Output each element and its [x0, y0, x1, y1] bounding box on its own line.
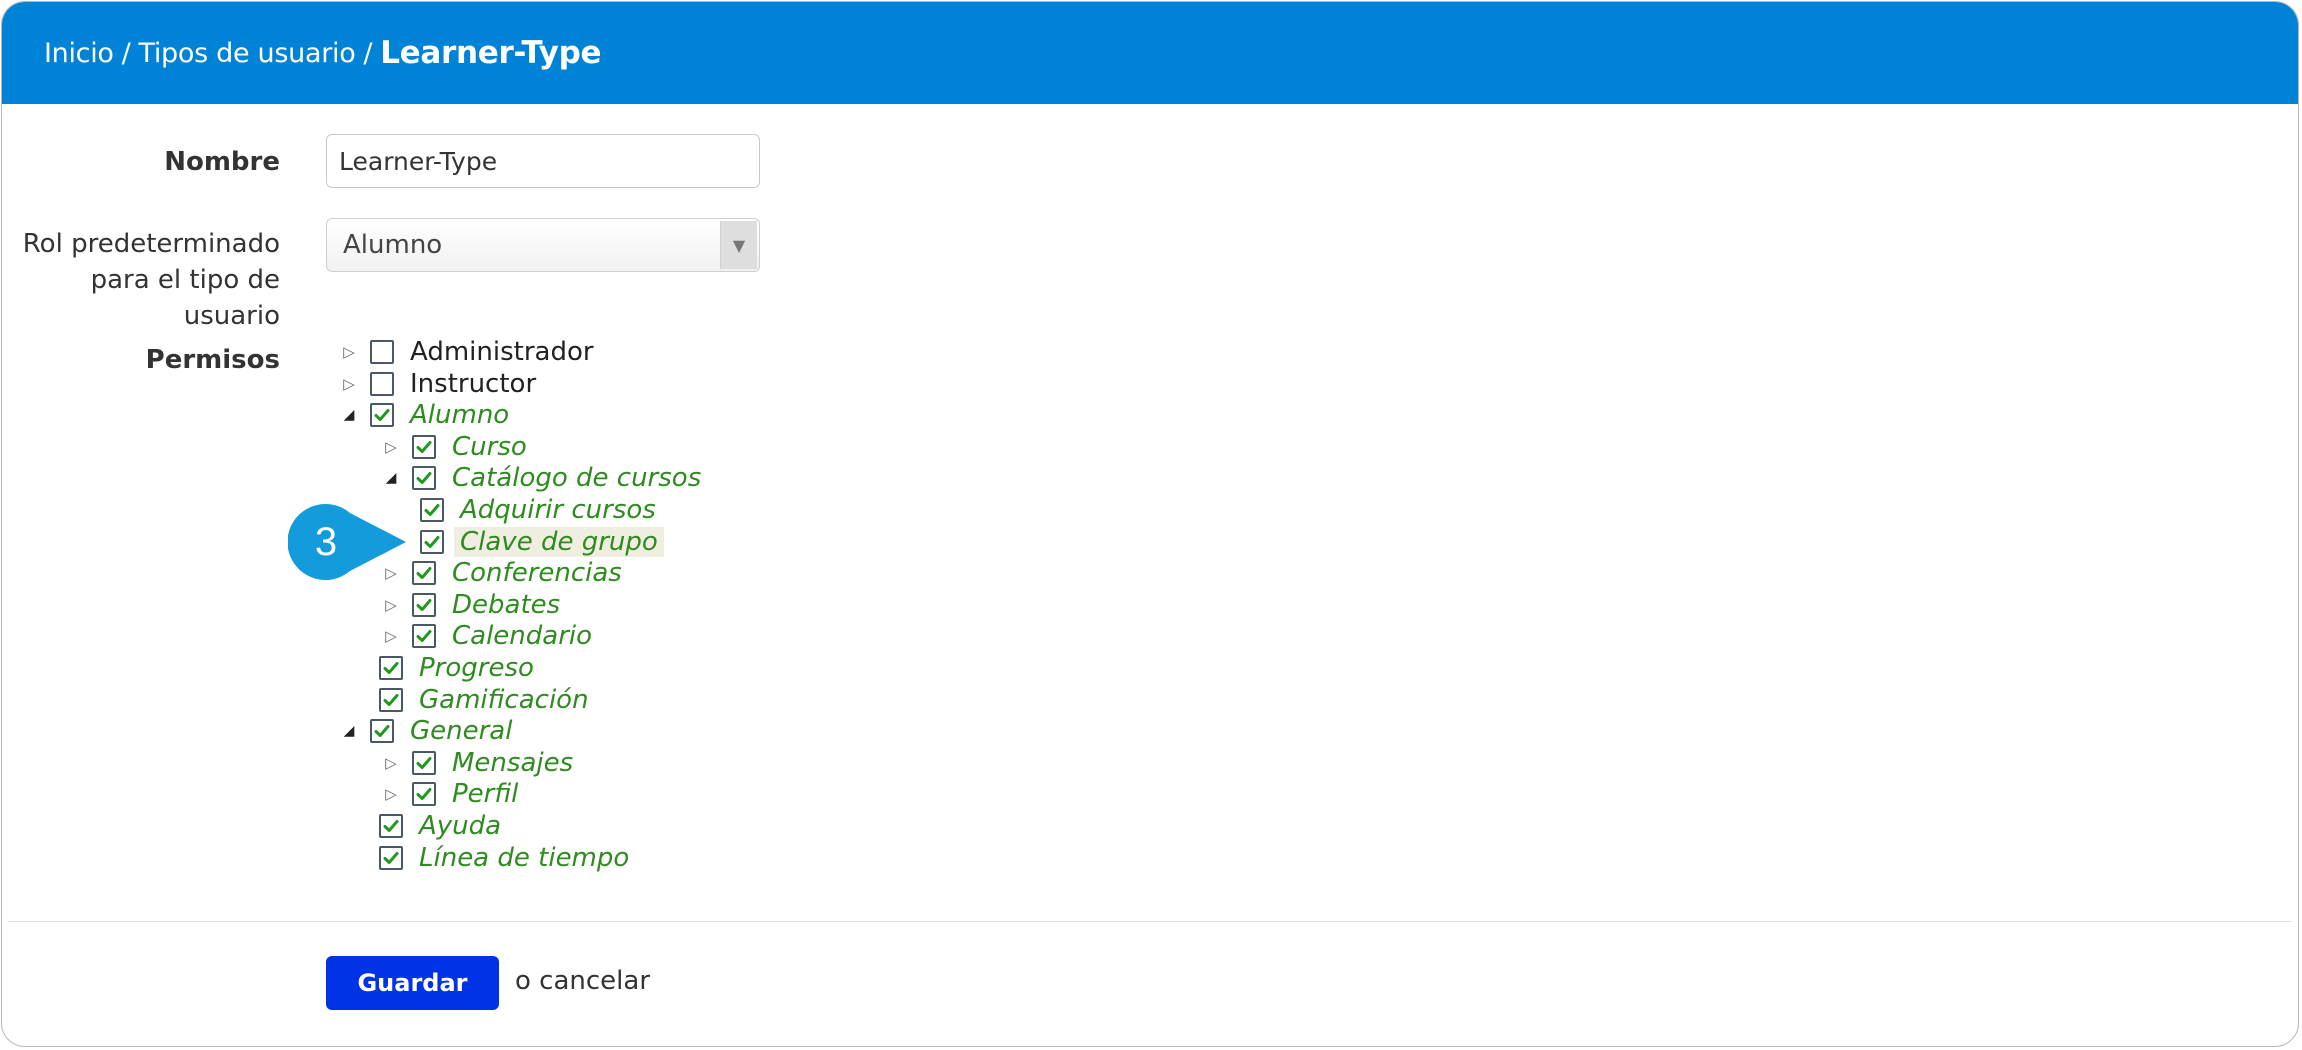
expand-icon[interactable]: ▷ — [382, 431, 400, 463]
permission-label[interactable]: Perfil — [452, 779, 518, 809]
expand-icon[interactable]: ▷ — [382, 747, 400, 779]
tree-node: ▷ Debates — [382, 589, 560, 621]
tree-node: Adquirir cursos — [420, 494, 656, 526]
breadcrumb-link-user-types[interactable]: Tipos de usuario — [138, 38, 355, 69]
permission-label[interactable]: Ayuda — [419, 811, 501, 841]
role-label-line: Rol predeterminado — [22, 229, 280, 259]
tree-node: ▷ Calendario — [382, 620, 592, 652]
role-select[interactable]: Alumno ▼ — [326, 218, 760, 272]
permission-checkbox[interactable] — [412, 561, 436, 586]
callout-number: 3 — [314, 519, 338, 564]
checkmark-icon — [383, 820, 399, 832]
expand-icon[interactable]: ▷ — [340, 368, 358, 400]
permission-label[interactable]: Progreso — [419, 653, 534, 683]
breadcrumb: Inicio / Tipos de usuario / Learner-Type — [2, 2, 2298, 104]
permission-label[interactable]: Mensajes — [452, 748, 573, 778]
expand-icon[interactable]: ▷ — [382, 589, 400, 621]
tree-node: ▷ Curso — [382, 431, 527, 463]
permission-label[interactable]: Alumno — [410, 400, 509, 430]
expand-icon[interactable]: ▷ — [382, 778, 400, 810]
permission-checkbox[interactable] — [379, 687, 403, 712]
checkmark-icon — [424, 504, 440, 516]
permission-label[interactable]: Conferencias — [452, 558, 622, 588]
breadcrumb-separator: / — [121, 37, 131, 69]
permission-checkbox[interactable] — [379, 814, 403, 838]
expand-icon[interactable]: ▷ — [382, 620, 400, 652]
permission-checkbox[interactable] — [420, 529, 444, 554]
collapse-icon[interactable]: ◢ — [340, 399, 358, 431]
divider — [8, 921, 2292, 922]
permission-checkbox[interactable] — [370, 403, 394, 428]
permission-checkbox[interactable] — [412, 624, 436, 649]
collapse-icon[interactable]: ◢ — [382, 462, 400, 494]
permission-checkbox[interactable] — [412, 750, 436, 775]
name-input[interactable]: Learner-Type — [326, 134, 760, 188]
tree-node: ▷ Instructor — [340, 368, 536, 400]
checkmark-icon — [424, 535, 440, 548]
checkmark-icon — [416, 756, 432, 769]
checkmark-icon — [383, 662, 399, 674]
tree-node: Clave de grupo — [420, 526, 664, 558]
role-label: Rol predeterminado para el tipo de usuar… — [2, 226, 280, 334]
tree-node: ◢ General — [340, 715, 513, 747]
tree-node: ▷ Perfil — [382, 778, 518, 810]
permission-label[interactable]: Clave de grupo — [454, 526, 664, 557]
role-label-line: para el tipo de usuario — [90, 265, 280, 331]
checkmark-icon — [374, 409, 390, 422]
permission-checkbox[interactable] — [412, 466, 436, 491]
tree-node: ▷ Administrador — [340, 336, 594, 368]
tree-node: Línea de tiempo — [379, 842, 629, 874]
permission-label[interactable]: Curso — [452, 432, 527, 462]
page-title: Learner-Type — [380, 35, 602, 71]
permission-checkbox[interactable] — [412, 434, 436, 459]
permission-label[interactable]: Administrador — [410, 337, 594, 367]
tree-node: ◢ Catálogo de cursos — [382, 462, 702, 494]
checkmark-icon — [416, 440, 432, 453]
permission-label[interactable]: Adquirir cursos — [460, 495, 656, 525]
permission-checkbox[interactable] — [379, 845, 403, 870]
permission-label[interactable]: Debates — [452, 590, 560, 620]
tree-node: Progreso — [379, 652, 534, 684]
breadcrumb-separator: / — [363, 37, 373, 69]
checkmark-icon — [383, 851, 399, 864]
checkmark-icon — [416, 567, 432, 580]
permission-checkbox[interactable] — [412, 592, 436, 617]
tree-node: ▷ Conferencias — [382, 557, 622, 589]
breadcrumb-link-home[interactable]: Inicio — [44, 38, 114, 69]
app-window: Inicio / Tipos de usuario / Learner-Type… — [1, 1, 2299, 1047]
chevron-down-icon[interactable]: ▼ — [720, 221, 757, 269]
tree-node: Ayuda — [379, 810, 501, 842]
permission-checkbox[interactable] — [420, 498, 444, 522]
collapse-icon[interactable]: ◢ — [340, 715, 358, 747]
permission-label[interactable]: Línea de tiempo — [419, 843, 629, 873]
checkmark-icon — [416, 472, 432, 485]
permission-label[interactable]: Instructor — [410, 369, 536, 399]
cancel-link[interactable]: o cancelar — [515, 966, 650, 996]
tree-node: ◢ Alumno — [340, 399, 510, 431]
checkmark-icon — [416, 788, 432, 801]
permission-checkbox[interactable] — [370, 371, 394, 396]
checkmark-icon — [383, 693, 399, 706]
name-label: Nombre — [164, 147, 280, 177]
permission-label[interactable]: Calendario — [452, 621, 592, 651]
tree-node: ▷ Mensajes — [382, 747, 573, 779]
role-select-value: Alumno — [343, 230, 443, 260]
permission-checkbox[interactable] — [370, 719, 394, 744]
checkmark-icon — [416, 598, 432, 611]
permissions-label: Permisos — [145, 345, 280, 375]
checkmark-icon — [374, 725, 390, 738]
permission-label[interactable]: Gamificación — [419, 685, 589, 715]
checkmark-icon — [416, 630, 432, 643]
tree-node: Gamificación — [379, 684, 589, 716]
permission-checkbox[interactable] — [370, 340, 394, 364]
step-callout: 3 — [287, 503, 410, 580]
expand-icon[interactable]: ▷ — [340, 336, 358, 368]
permission-label[interactable]: Catálogo de cursos — [452, 463, 701, 493]
permission-label[interactable]: General — [410, 716, 512, 746]
save-button[interactable]: Guardar — [326, 956, 499, 1010]
permission-checkbox[interactable] — [379, 656, 403, 680]
permission-checkbox[interactable] — [412, 782, 436, 807]
